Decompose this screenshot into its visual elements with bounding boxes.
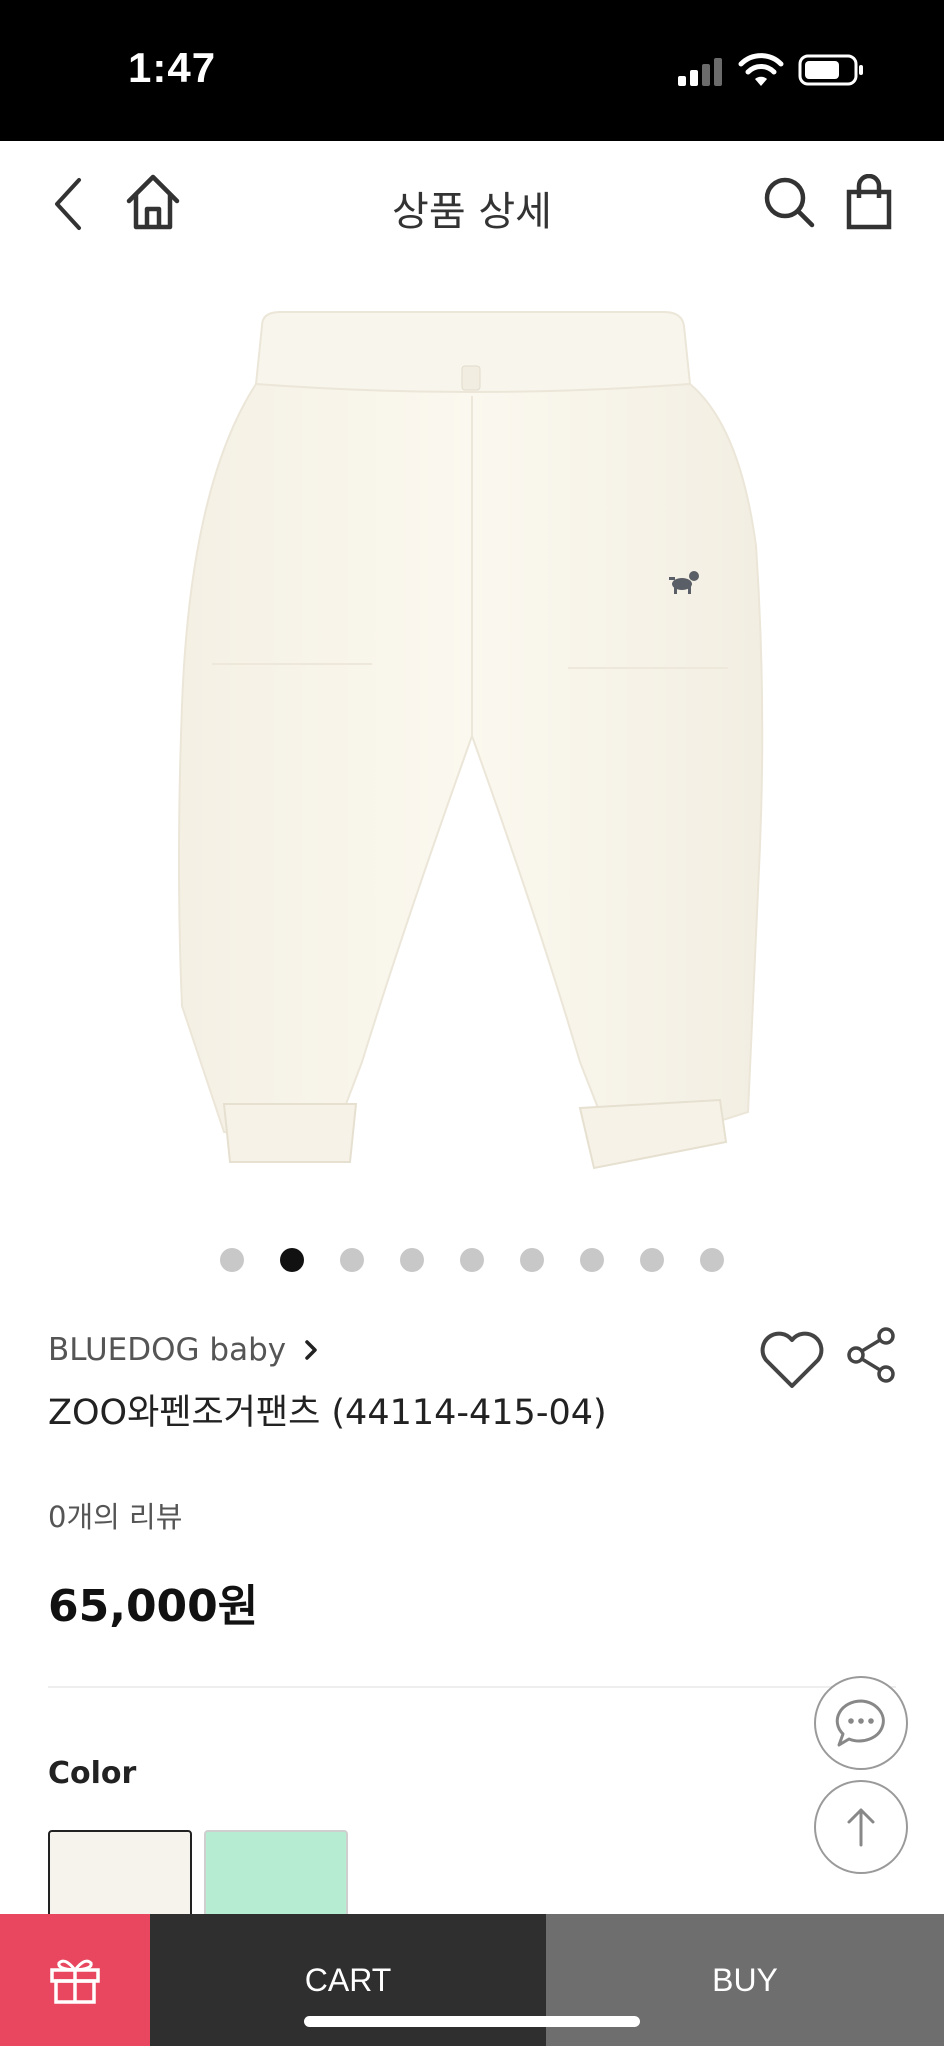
carousel-dot-4[interactable] xyxy=(400,1248,424,1272)
cellular-signal-icon xyxy=(678,58,722,86)
carousel-dot-8[interactable] xyxy=(640,1248,664,1272)
color-label: Color xyxy=(48,1756,137,1791)
arrow-up-icon xyxy=(847,1808,875,1847)
carousel-dot-5[interactable] xyxy=(460,1248,484,1272)
jogger-pants-image xyxy=(178,311,764,1170)
gift-icon xyxy=(50,1959,100,2004)
product-image[interactable] xyxy=(0,266,944,1226)
divider xyxy=(48,1686,896,1688)
carousel-dot-7[interactable] xyxy=(580,1248,604,1272)
shopping-bag-button[interactable] xyxy=(836,167,902,237)
product-name: ZOO와펜조거팬츠 (44114-415-04) xyxy=(48,1393,607,1433)
color-swatch-mint[interactable] xyxy=(204,1830,348,1920)
nav-bar: 상품 상세 xyxy=(0,141,944,266)
search-icon xyxy=(764,177,815,228)
chat-button[interactable] xyxy=(814,1676,908,1770)
carousel-dot-9[interactable] xyxy=(700,1248,724,1272)
carousel-dots xyxy=(0,1248,944,1274)
status-time: 1:47 xyxy=(128,44,217,91)
carousel-dot-1[interactable] xyxy=(220,1248,244,1272)
wifi-icon xyxy=(738,53,784,86)
share-button[interactable] xyxy=(846,1326,898,1384)
chat-bubble-icon xyxy=(835,1699,885,1747)
product-price: 65,000원 xyxy=(48,1581,259,1632)
carousel-dot-2[interactable] xyxy=(280,1248,304,1272)
search-button[interactable] xyxy=(756,169,822,235)
status-bar: 1:47 xyxy=(0,0,944,141)
home-indicator xyxy=(304,2016,640,2027)
share-icon xyxy=(847,1327,895,1383)
carousel-dot-6[interactable] xyxy=(520,1248,544,1272)
brand-link[interactable]: BLUEDOG baby xyxy=(48,1332,320,1368)
carousel-dot-3[interactable] xyxy=(340,1248,364,1272)
chevron-right-icon xyxy=(305,1340,317,1360)
color-swatch-ivory[interactable] xyxy=(48,1830,192,1920)
scroll-to-top-button[interactable] xyxy=(814,1780,908,1874)
brand-name: BLUEDOG baby xyxy=(48,1332,287,1368)
gift-button[interactable] xyxy=(0,1914,150,2046)
shopping-bag-icon xyxy=(846,174,892,230)
battery-icon xyxy=(798,54,863,86)
wishlist-button[interactable] xyxy=(758,1328,826,1390)
review-count[interactable]: 0개의 리뷰 xyxy=(48,1494,182,1536)
heart-icon xyxy=(760,1331,824,1388)
